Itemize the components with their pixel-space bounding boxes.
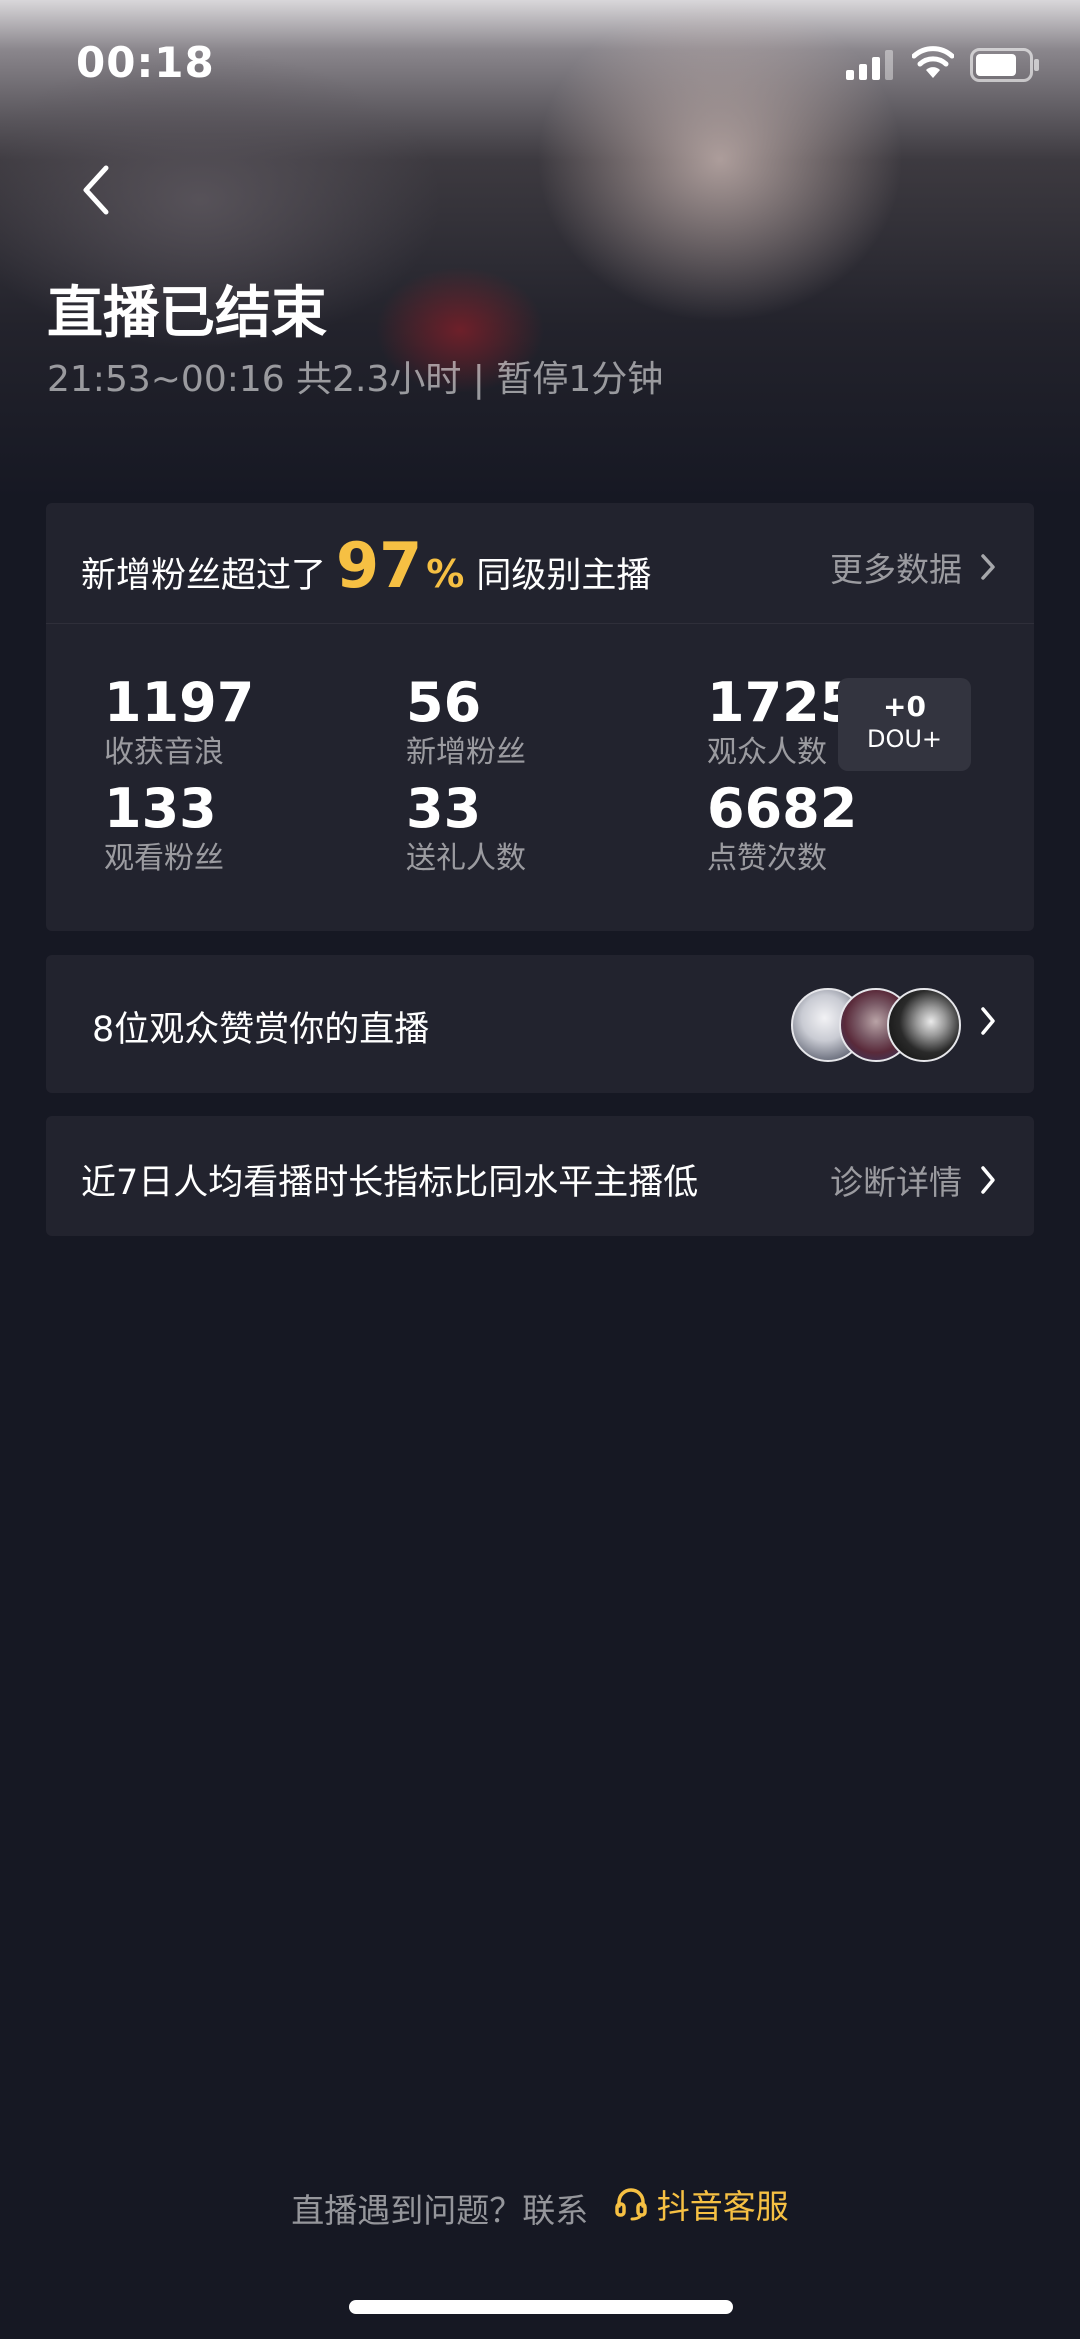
- stat-new-followers: 56 新增粉丝: [406, 673, 646, 773]
- status-time: 00:18: [76, 38, 215, 87]
- dou-plus-badge[interactable]: +0 DOU+: [838, 678, 971, 771]
- rank-text: 新增粉丝超过了 97 % 同级别主播: [81, 529, 651, 602]
- stat-follower-views: 133 观看粉丝: [104, 779, 344, 879]
- footer-prompt: 直播遇到问题？联系: [291, 2191, 589, 2230]
- page-title: 直播已结束: [47, 281, 327, 346]
- stat-value: 33: [406, 777, 482, 840]
- reward-row[interactable]: 8位观众赞赏你的直播: [46, 955, 1034, 1093]
- stat-label: 观看粉丝: [104, 841, 224, 876]
- stat-value: 1197: [104, 671, 255, 734]
- more-data-label: 更多数据: [830, 550, 962, 589]
- avatar-stack: [791, 988, 961, 1062]
- diagnosis-details-link[interactable]: 诊断详情: [830, 1156, 996, 1204]
- rank-prefix: 新增粉丝超过了: [81, 556, 327, 596]
- live-duration-subtitle: 21:53~00:16 共2.3小时 | 暂停1分钟: [47, 359, 664, 400]
- chevron-right-icon: [981, 1166, 995, 1194]
- stat-label: 收获音浪: [104, 735, 224, 770]
- stat-value: 6682: [707, 777, 858, 840]
- diagnosis-row[interactable]: 近7日人均看播时长指标比同水平主播低 诊断详情: [46, 1116, 1034, 1236]
- stat-likes: 6682 点赞次数: [707, 779, 947, 879]
- cellular-signal-icon: [846, 50, 893, 80]
- stat-label: 点赞次数: [707, 841, 827, 876]
- diagnosis-text: 近7日人均看播时长指标比同水平主播低: [81, 1163, 699, 1203]
- rank-percent-sign: %: [426, 552, 465, 596]
- diagnosis-details-label: 诊断详情: [830, 1163, 962, 1202]
- customer-service-label: 抖音客服: [656, 2187, 789, 2226]
- footer-help: 直播遇到问题？联系 抖音客服: [0, 2180, 1080, 2232]
- status-bar: 00:18: [0, 0, 1080, 130]
- chevron-left-icon: [83, 165, 109, 215]
- stat-gifters: 33 送礼人数: [406, 779, 646, 879]
- wifi-icon: [912, 46, 954, 78]
- home-indicator[interactable]: [349, 2300, 733, 2314]
- rank-suffix: 同级别主播: [476, 556, 652, 596]
- dou-plus-value: +0: [883, 690, 926, 723]
- stat-value: 56: [406, 671, 482, 734]
- stats-card: 新增粉丝超过了 97 % 同级别主播 更多数据 1197 收获音浪 56 新增粉…: [46, 503, 1034, 931]
- stat-label: 新增粉丝: [406, 735, 526, 770]
- stat-value: 133: [104, 777, 217, 840]
- stat-sound-waves: 1197 收获音浪: [104, 673, 344, 773]
- headset-icon: [615, 2188, 647, 2221]
- chevron-right-icon: [981, 554, 995, 580]
- customer-service-link[interactable]: 抖音客服: [599, 2180, 789, 2228]
- reward-text: 8位观众赞赏你的直播: [92, 1010, 430, 1050]
- battery-icon: [970, 48, 1039, 82]
- avatar: [887, 988, 961, 1062]
- stat-label: 送礼人数: [406, 841, 526, 876]
- rank-percent: 97: [336, 529, 423, 602]
- back-button[interactable]: [70, 160, 120, 220]
- rank-row: 新增粉丝超过了 97 % 同级别主播 更多数据: [46, 503, 1034, 624]
- more-data-button[interactable]: 更多数据: [830, 543, 996, 591]
- dou-plus-label: DOU+: [866, 725, 943, 753]
- chevron-right-icon: [981, 1007, 995, 1035]
